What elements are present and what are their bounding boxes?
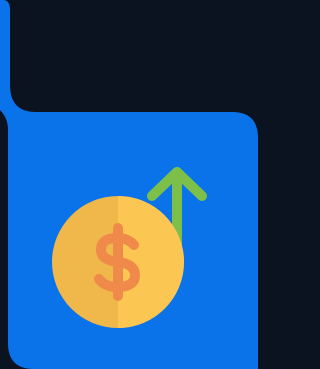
money-growth-illustration: [0, 0, 258, 369]
icon-canvas: [0, 0, 258, 369]
dollar-sign-icon: [94, 223, 140, 301]
